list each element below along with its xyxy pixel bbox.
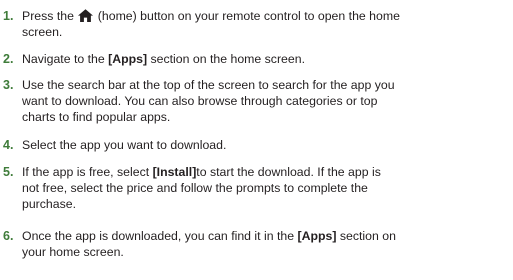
step-text-line: want to download. You can also browse th…: [22, 94, 378, 108]
step-text-segment: Once the app is downloaded, you can find…: [22, 229, 298, 243]
step-number: 2.: [3, 52, 14, 66]
apps-section-label: [Apps]: [297, 229, 337, 243]
step-text: Navigate to the [Apps] section on the ho…: [22, 51, 305, 67]
step-text-line: screen.: [22, 25, 63, 39]
step-text: Select the app you want to download.: [22, 137, 226, 153]
step-text-segment: (home) button on your remote control to …: [94, 9, 400, 23]
install-label: [Install]: [152, 165, 197, 179]
home-icon: [78, 9, 94, 22]
step-text-line: your home screen.: [22, 245, 124, 259]
step-number: 3.: [3, 78, 14, 92]
step-text-segment: section on: [336, 229, 396, 243]
step-text-segment: section on the home screen.: [147, 52, 305, 66]
step-text: Press the (home) button on your remote c…: [22, 8, 400, 40]
step-number: 1.: [3, 9, 14, 23]
step-number: 5.: [3, 165, 14, 179]
step-text-segment: Navigate to the: [22, 52, 109, 66]
step-text-line: not free, select the price and follow th…: [22, 181, 368, 195]
step-number: 6.: [3, 229, 14, 243]
step-text-line: charts to find popular apps.: [22, 110, 171, 124]
step-text-line: Use the search bar at the top of the scr…: [22, 78, 395, 92]
step-text: If the app is free, select [Install]to s…: [22, 164, 381, 212]
step-text: Once the app is downloaded, you can find…: [22, 228, 396, 260]
step-number: 4.: [3, 138, 14, 152]
step-text-segment: If the app is free, select: [22, 165, 153, 179]
step-text-line: purchase.: [22, 197, 77, 211]
step-text-line: Select the app you want to download.: [22, 138, 227, 152]
apps-section-label: [Apps]: [108, 52, 148, 66]
step-text: Use the search bar at the top of the scr…: [22, 77, 395, 125]
step-text-segment: Press the: [22, 9, 78, 23]
step-text-segment: to start the download. If the app is: [196, 165, 381, 179]
